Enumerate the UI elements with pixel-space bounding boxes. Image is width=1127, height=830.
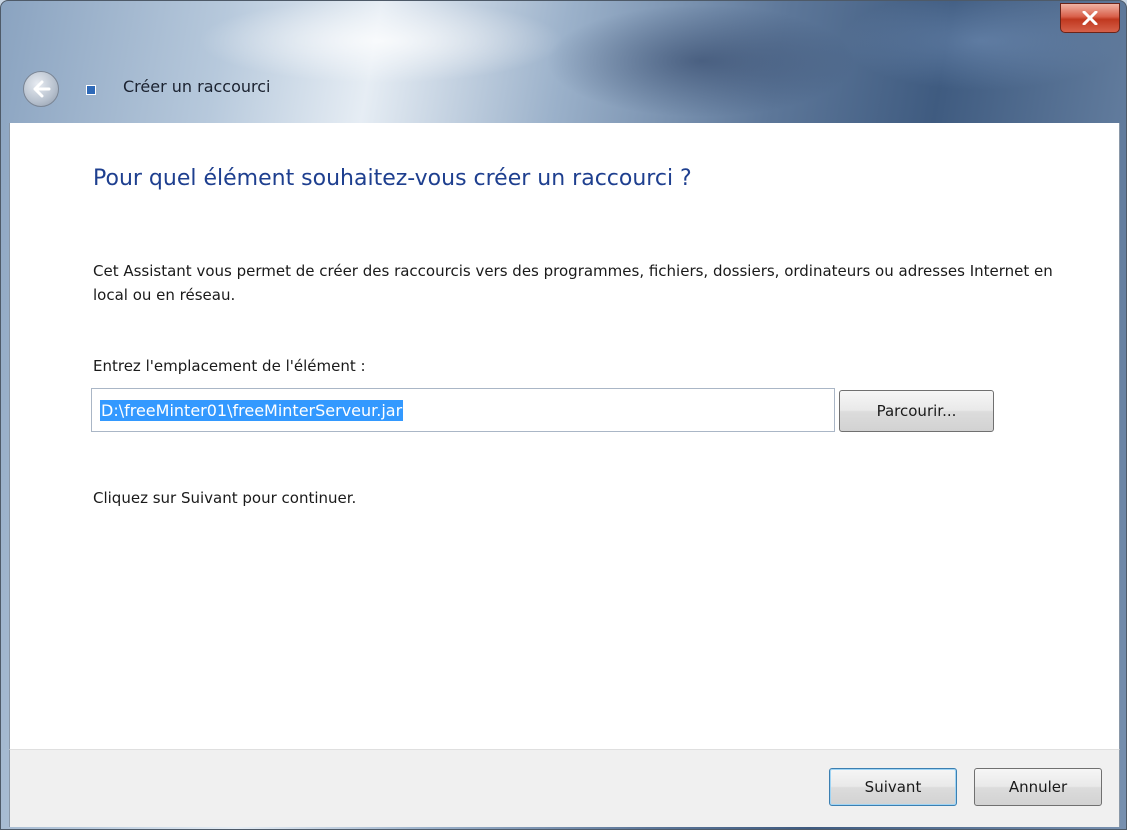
close-button[interactable]	[1060, 3, 1120, 33]
page-heading: Pour quel élément souhaitez-vous créer u…	[93, 166, 692, 191]
continue-hint: Cliquez sur Suivant pour continuer.	[93, 489, 357, 507]
location-input[interactable]: D:\freeMinter01\freeMinterServeur.jar	[91, 388, 835, 432]
location-label: Entrez l'emplacement de l'élément :	[93, 357, 366, 375]
location-input-value: D:\freeMinter01\freeMinterServeur.jar	[100, 399, 404, 421]
page-description: Cet Assistant vous permet de créer des r…	[93, 262, 1053, 304]
back-arrow-icon	[33, 80, 51, 98]
back-button[interactable]	[23, 71, 59, 107]
wizard-content: Pour quel élément souhaitez-vous créer u…	[9, 123, 1120, 749]
shortcut-icon	[86, 85, 96, 95]
next-button[interactable]: Suivant	[829, 768, 957, 806]
close-icon	[1082, 11, 1098, 25]
cancel-button[interactable]: Annuler	[974, 768, 1102, 806]
window-title: Créer un raccourci	[123, 77, 271, 96]
browse-button[interactable]: Parcourir...	[839, 390, 994, 432]
wizard-footer: Suivant Annuler	[9, 749, 1120, 827]
title-bar	[1, 1, 1126, 123]
wizard-window: Créer un raccourci Pour quel élément sou…	[0, 0, 1127, 830]
